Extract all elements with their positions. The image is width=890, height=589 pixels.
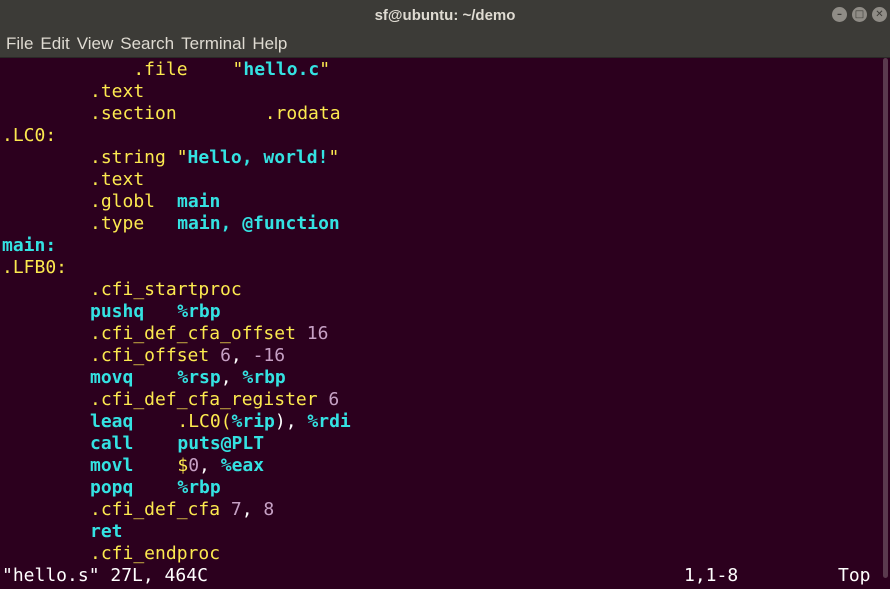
menu-bar: File Edit View Search Terminal Help [0,31,890,58]
code-line: main: [2,235,57,256]
terminal-window: sf@ubuntu: ~/demo – □ ✕ File Edit View S… [0,0,890,589]
scrollbar[interactable] [882,58,890,589]
code-line: .cfi_startproc [90,279,242,300]
menu-view[interactable]: View [77,34,114,54]
code-line: .cfi_def_cfa_offset 16 [90,323,329,344]
menu-help[interactable]: Help [252,34,287,54]
code-line: .cfi_def_cfa 7, 8 [90,499,275,520]
code-line: pushq %rbp [90,301,221,322]
close-icon[interactable]: ✕ [872,7,887,22]
menu-search[interactable]: Search [120,34,174,54]
code-line: .cfi_offset 6, -16 [90,345,286,366]
scrollbar-thumb[interactable] [883,58,888,578]
code-line: .cfi_endproc [90,543,221,564]
title-bar[interactable]: sf@ubuntu: ~/demo – □ ✕ [0,0,890,31]
vim-scroll-position: Top [838,565,871,586]
code-line: .LC0: [2,125,57,146]
code-line: .globl main [90,191,221,212]
code-line: .text [90,81,145,102]
code-line: movq %rsp, %rbp [90,367,286,388]
code-line: ret [90,521,123,542]
code-line: .type main, @function [90,213,340,234]
code-line: leaq .LC0(%rip), %rdi [90,411,351,432]
code-line: .text [90,169,145,190]
code-line: .cfi_def_cfa_register 6 [90,389,340,410]
code-line: call puts@PLT [90,433,265,454]
vim-status-file-info: "hello.s" 27L, 464C [2,565,208,586]
minimize-icon[interactable]: – [832,7,847,22]
menu-terminal[interactable]: Terminal [181,34,245,54]
vim-cursor-position: 1,1-8 [684,565,739,586]
code-line: .LFB0: [2,257,68,278]
menu-file[interactable]: File [6,34,33,54]
code-line: .string "Hello, world!" [90,147,340,168]
code-line: popq %rbp [90,477,221,498]
maximize-icon[interactable]: □ [852,7,867,22]
code-line: .file "hello.c" [90,59,331,80]
menu-edit[interactable]: Edit [40,34,69,54]
code-line: .section .rodata [90,103,341,124]
code-line: movl $0, %eax [90,455,265,476]
window-title: sf@ubuntu: ~/demo [374,7,516,24]
